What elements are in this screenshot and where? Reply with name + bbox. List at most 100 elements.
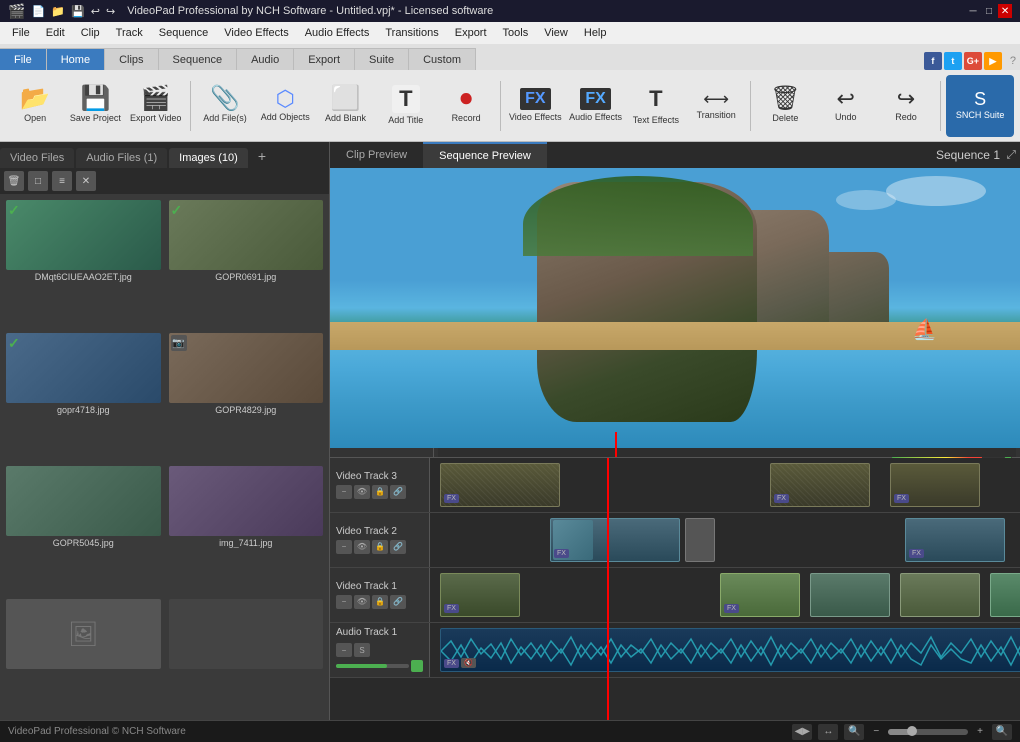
tab-clip-preview[interactable]: Clip Preview — [330, 142, 423, 168]
menu-video-effects[interactable]: Video Effects — [216, 22, 296, 44]
tab-clips[interactable]: Clips — [105, 48, 158, 70]
zoom-slider[interactable] — [888, 729, 968, 735]
track-2-lock[interactable]: 👁 — [354, 540, 370, 554]
twitter-icon[interactable]: t — [944, 52, 962, 70]
track-clip[interactable]: FX — [720, 573, 800, 617]
menu-file[interactable]: File — [4, 22, 38, 44]
track-1-link[interactable]: 🔗 — [390, 595, 406, 609]
tab-custom[interactable]: Custom — [409, 48, 476, 70]
text-effects-button[interactable]: T Text Effects — [627, 75, 685, 137]
list-item[interactable] — [167, 597, 326, 716]
maximize-preview-button[interactable]: ⤢ — [1006, 148, 1016, 163]
nch-suite-button[interactable]: S SNCH Suite — [946, 75, 1014, 137]
google-icon[interactable]: G+ — [964, 52, 982, 70]
tab-sequence[interactable]: Sequence — [159, 48, 238, 70]
track-clip[interactable]: FX — [890, 463, 980, 507]
list-item[interactable]: 📷 GOPR4829.jpg — [167, 331, 326, 460]
audio-effects-button[interactable]: FX Audio Effects — [566, 75, 624, 137]
track-2-mute[interactable]: − — [336, 540, 352, 554]
menu-edit[interactable]: Edit — [38, 22, 73, 44]
menu-transitions[interactable]: Transitions — [377, 22, 446, 44]
add-title-button[interactable]: T Add Title — [377, 75, 435, 137]
tab-audio[interactable]: Audio — [237, 48, 294, 70]
list-item[interactable]: GOPR5045.jpg — [4, 464, 163, 593]
media-close-button[interactable]: ✕ — [76, 171, 96, 191]
status-fit-button[interactable]: ↔ — [818, 724, 838, 740]
menu-view[interactable]: View — [536, 22, 576, 44]
export-video-button[interactable]: 🎬 Export Video — [127, 75, 185, 137]
video-effects-button[interactable]: FX Video Effects — [506, 75, 564, 137]
new-icon[interactable]: 📄 — [31, 6, 45, 18]
menu-track[interactable]: Track — [108, 22, 151, 44]
maximize-button[interactable]: □ — [982, 4, 996, 18]
track-clip[interactable]: FX — [440, 573, 520, 617]
zoom-minus-button[interactable]: − — [870, 726, 882, 737]
tab-file[interactable]: File — [0, 48, 47, 70]
track-3-lock[interactable]: 👁 — [354, 485, 370, 499]
save-project-button[interactable]: 💾 Save Project — [66, 75, 124, 137]
zoom-plus-button[interactable]: + — [974, 726, 986, 737]
media-list-button[interactable]: ≡ — [52, 171, 72, 191]
status-zoom-button[interactable]: 🔍 — [844, 724, 864, 740]
record-button[interactable]: ⏺ Record — [437, 75, 495, 137]
track-clip[interactable]: FX — [440, 463, 560, 507]
zoom-thumb[interactable] — [907, 726, 917, 736]
window-controls[interactable]: ─ □ ✕ — [966, 4, 1012, 18]
track-1-lock[interactable]: 👁 — [354, 595, 370, 609]
menu-export[interactable]: Export — [447, 22, 495, 44]
track-1-mute[interactable]: − — [336, 595, 352, 609]
track-clip[interactable]: FX — [905, 518, 1005, 562]
media-tab-add[interactable]: + — [250, 144, 274, 168]
track-2-fx[interactable]: 🔒 — [372, 540, 388, 554]
list-item[interactable]: ✓ GOPR0691.jpg — [167, 198, 326, 327]
transition-button[interactable]: ⟷ Transition — [687, 75, 745, 137]
status-search-button[interactable]: 🔍 — [992, 724, 1012, 740]
menu-help[interactable]: Help — [576, 22, 615, 44]
menu-clip[interactable]: Clip — [73, 22, 108, 44]
tab-suite[interactable]: Suite — [355, 48, 409, 70]
add-files-button[interactable]: 📎 Add File(s) — [196, 75, 254, 137]
undo-button[interactable]: ↩ Undo — [817, 75, 875, 137]
media-delete-button[interactable]: 🗑 — [4, 171, 24, 191]
menu-tools[interactable]: Tools — [495, 22, 537, 44]
rss-icon[interactable]: ▶ — [984, 52, 1002, 70]
track-clip[interactable] — [685, 518, 715, 562]
audio-volume-bar[interactable] — [336, 664, 409, 668]
track-3-mute[interactable]: − — [336, 485, 352, 499]
track-3-link[interactable]: 🔗 — [390, 485, 406, 499]
minimize-button[interactable]: ─ — [966, 4, 980, 18]
open-icon[interactable]: 📁 — [51, 6, 65, 18]
list-item[interactable]: ✓ gopr4718.jpg — [4, 331, 163, 460]
add-objects-button[interactable]: ⬡ Add Objects — [256, 75, 314, 137]
playhead[interactable] — [615, 432, 617, 457]
track-clip[interactable] — [810, 573, 890, 617]
media-tab-audio-files[interactable]: Audio Files (1) — [76, 148, 167, 168]
close-button[interactable]: ✕ — [998, 4, 1012, 18]
redo-button[interactable]: ↪ Redo — [877, 75, 935, 137]
open-button[interactable]: 📂 Open — [6, 75, 64, 137]
menu-audio-effects[interactable]: Audio Effects — [297, 22, 378, 44]
track-clip[interactable] — [990, 573, 1020, 617]
track-clip[interactable]: FX 🔇 — [440, 628, 1020, 672]
media-tab-video-files[interactable]: Video Files — [0, 148, 74, 168]
menu-sequence[interactable]: Sequence — [151, 22, 217, 44]
status-trim-button[interactable]: ◀▶ — [792, 724, 812, 740]
help-icon[interactable]: ? — [1010, 55, 1016, 67]
track-3-fx[interactable]: 🔒 — [372, 485, 388, 499]
media-thumbnail-button[interactable]: □ — [28, 171, 48, 191]
tab-export[interactable]: Export — [294, 48, 355, 70]
media-tab-images[interactable]: Images (10) — [169, 148, 248, 168]
track-2-link[interactable]: 🔗 — [390, 540, 406, 554]
facebook-icon[interactable]: f — [924, 52, 942, 70]
track-clip[interactable]: FX — [770, 463, 870, 507]
add-blank-button[interactable]: ⬜ Add Blank — [316, 75, 374, 137]
list-item[interactable]: ✓ DMqt6CIUEAAO2ET.jpg — [4, 198, 163, 327]
audio-solo[interactable]: S — [354, 643, 370, 657]
track-clip[interactable]: FX — [550, 518, 680, 562]
track-clip[interactable] — [900, 573, 980, 617]
tab-sequence-preview[interactable]: Sequence Preview — [423, 142, 547, 168]
track-1-fx[interactable]: 🔒 — [372, 595, 388, 609]
redo-icon[interactable]: ↪ — [106, 6, 115, 18]
list-item[interactable]: 🖼 — [4, 597, 163, 716]
list-item[interactable]: img_7411.jpg — [167, 464, 326, 593]
